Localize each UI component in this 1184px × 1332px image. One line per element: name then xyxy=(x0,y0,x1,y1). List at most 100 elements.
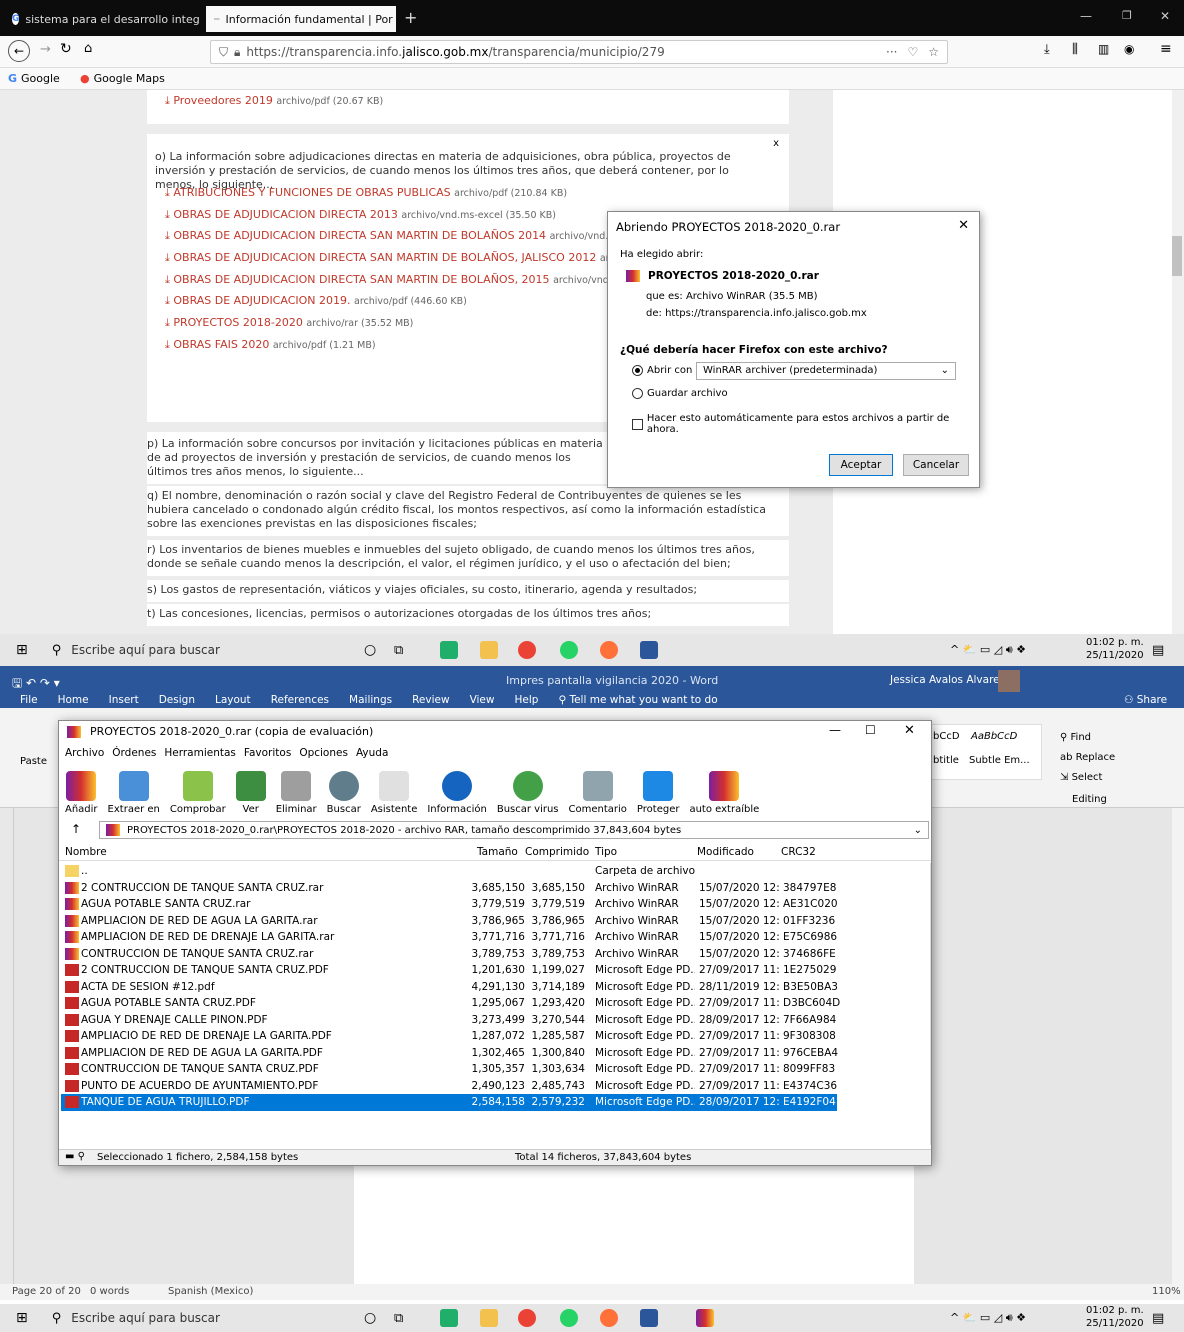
menu-favoritos[interactable]: Favoritos xyxy=(244,747,291,759)
col-name[interactable]: Nombre xyxy=(65,846,107,858)
style-1[interactable]: bCcD xyxy=(933,731,960,742)
tab-sistema[interactable]: G sistema para el desarrollo integ ✕ xyxy=(4,6,204,32)
close-section-icon[interactable]: x xyxy=(773,138,779,149)
cortana-icon[interactable]: ○ xyxy=(364,1310,376,1326)
tab-mailings[interactable]: Mailings xyxy=(349,694,392,706)
word-icon[interactable] xyxy=(640,1309,658,1327)
find-button[interactable]: Buscar xyxy=(327,771,361,815)
pocket-icon[interactable]: ♡ xyxy=(907,45,918,59)
path-bar[interactable]: PROYECTOS 2018-2020_0.rar\PROYECTOS 2018… xyxy=(99,821,929,839)
library-icon[interactable]: ⫼ xyxy=(1072,42,1078,57)
add-button[interactable]: Añadir xyxy=(65,771,98,815)
delete-button[interactable]: Eliminar xyxy=(276,771,317,815)
menu-opciones[interactable]: Opciones xyxy=(299,747,348,759)
taskbar-search[interactable]: Escribe aquí para buscar xyxy=(71,1311,220,1325)
test-button[interactable]: Comprobar xyxy=(170,771,226,815)
star-icon[interactable]: ☆ xyxy=(928,45,939,59)
tab-help[interactable]: Help xyxy=(514,694,538,706)
page-scrollbar[interactable] xyxy=(1172,90,1184,634)
task-view-icon[interactable]: ⧉ xyxy=(394,643,403,658)
whatsapp-icon[interactable] xyxy=(560,1309,578,1327)
windows-start-icon[interactable]: ⊞ xyxy=(16,1310,28,1326)
reload-icon[interactable]: ↻ xyxy=(60,41,72,57)
winrar-taskbar-icon[interactable] xyxy=(696,1309,714,1327)
home-icon[interactable]: ⌂ xyxy=(84,41,92,56)
app-select[interactable]: WinRAR archiver (predeterminada) ⌄ xyxy=(696,362,956,380)
restore-icon[interactable]: ❐ xyxy=(1122,9,1132,22)
proveedores-link[interactable]: ⤓ Proveedores 2019 archivo/pdf (20.67 KB… xyxy=(165,94,383,108)
zoom-level[interactable]: 110% xyxy=(1152,1286,1181,1297)
col-type[interactable]: Tipo xyxy=(595,846,617,858)
app-green-icon[interactable] xyxy=(440,641,458,659)
file-explorer-icon[interactable] xyxy=(480,1309,498,1327)
tab-layout[interactable]: Layout xyxy=(215,694,251,706)
file-explorer-icon[interactable] xyxy=(480,641,498,659)
wizard-button[interactable]: Asistente xyxy=(371,771,417,815)
minimize-icon[interactable]: — xyxy=(1080,9,1092,23)
col-packed[interactable]: Comprimido xyxy=(525,846,589,858)
bookmark-google[interactable]: G Google xyxy=(8,72,60,85)
word-icon[interactable] xyxy=(640,641,658,659)
save-file-radio[interactable]: Guardar archivo xyxy=(632,388,728,399)
tab-view[interactable]: View xyxy=(470,694,495,706)
style-3[interactable]: btitle xyxy=(933,755,959,766)
file-row[interactable]: CONTRUCCIÓN DE TANQUE SANTA CRUZ.PDF 1,30… xyxy=(61,1061,837,1078)
cancel-button[interactable]: Cancelar xyxy=(903,454,969,476)
tray-icons[interactable]: ^ ⛅ ▭ ◿ 🔊︎ ❖ xyxy=(950,1311,1026,1325)
view-button[interactable]: Ver xyxy=(235,771,266,815)
taskbar-search[interactable]: Escribe aquí para buscar xyxy=(71,643,220,657)
tab-insert[interactable]: Insert xyxy=(109,694,139,706)
close-dialog-icon[interactable]: ✕ xyxy=(958,218,969,233)
auto-checkbox[interactable]: Hacer esto automáticamente para estos ar… xyxy=(632,413,979,435)
file-row[interactable]: AMPLIACIÓN DE RED DE AGUA LA GARITA.PDF 1… xyxy=(61,1045,838,1062)
close-window-icon[interactable]: ✕ xyxy=(1160,9,1170,23)
more-icon[interactable]: ··· xyxy=(886,45,897,59)
tray-icons[interactable]: ^ ⛅ ▭ ◿ 🔊︎ ❖ xyxy=(950,643,1026,657)
file-row[interactable]: PUNTO DE ACUERDO DE AYUNTAMIENTO.PDF 2,49… xyxy=(61,1078,837,1095)
col-crc[interactable]: CRC32 xyxy=(781,846,816,858)
info-button[interactable]: Información xyxy=(427,771,487,815)
accept-button[interactable]: Aceptar xyxy=(829,454,893,476)
download-icon[interactable]: ⤓ xyxy=(1044,42,1050,57)
col-modified[interactable]: Modificado xyxy=(697,846,754,858)
menu-icon[interactable]: ≡ xyxy=(1160,41,1172,57)
url-bar[interactable]: ⛉ 🔒︎ https://transparencia.info. jalisco.… xyxy=(210,40,948,64)
file-row[interactable]: AMPLIACIÓN DE RED DE DRENAJE LA GARITA.r… xyxy=(61,929,837,946)
file-row[interactable]: AGUA Y DRENAJE CALLE PIÑON.PDF 3,273,499 3… xyxy=(61,1012,837,1029)
file-row[interactable]: 2 CONTRUCCIÓN DE TANQUE SANTA CRUZ.PDF 1,… xyxy=(61,962,837,979)
clock[interactable]: 01:02 p. m. 25/11/2020 xyxy=(1086,1304,1144,1330)
avatar[interactable] xyxy=(998,670,1020,692)
style-2[interactable]: AaBbCcD xyxy=(971,731,1017,742)
menu-archivo[interactable]: Archivo xyxy=(65,747,104,759)
extract-button[interactable]: Extraer en xyxy=(108,771,160,815)
style-4[interactable]: Subtle Em... xyxy=(969,755,1030,766)
tell-me[interactable]: ⚲ Tell me what you want to do xyxy=(558,694,717,706)
back-icon[interactable]: ← xyxy=(8,40,30,62)
sfx-button[interactable]: auto extraíble xyxy=(689,771,759,815)
new-tab-icon[interactable]: + xyxy=(404,8,417,27)
close-window-icon[interactable]: ✕ xyxy=(904,723,915,738)
clock[interactable]: 01:02 p. m. 25/11/2020 xyxy=(1086,636,1144,662)
menu-ayuda[interactable]: Ayuda xyxy=(356,747,388,759)
language[interactable]: Spanish (Mexico) xyxy=(168,1286,253,1297)
menu-ordenes[interactable]: Órdenes xyxy=(112,747,156,759)
open-with-radio[interactable]: Abrir con xyxy=(632,365,692,376)
tab-design[interactable]: Design xyxy=(159,694,195,706)
chrome-icon[interactable] xyxy=(518,641,536,659)
tab-informacion[interactable]: ⎯ Información fundamental | Por ✕ xyxy=(206,6,396,32)
tab-review[interactable]: Review xyxy=(412,694,449,706)
paste-button[interactable]: Paste xyxy=(20,756,47,767)
notifications-icon[interactable]: ▤ xyxy=(1152,643,1164,658)
file-row[interactable]: AMPLIACIÓN DE RED DE AGUA LA GARITA.rar 3… xyxy=(61,913,837,930)
whatsapp-icon[interactable] xyxy=(560,641,578,659)
file-row[interactable]: CONTRUCCIÓN DE TANQUE SANTA CRUZ.rar 3,78… xyxy=(61,946,837,963)
file-row[interactable]: AMPLIACIÓ DE RED DE DRENAJE LA GARITA.PD… xyxy=(61,1028,837,1045)
app-green-icon[interactable] xyxy=(440,1309,458,1327)
file-row[interactable]: 2 CONTRUCCIÓN DE TANQUE SANTA CRUZ.rar 3,… xyxy=(61,880,837,897)
comment-button[interactable]: Comentario xyxy=(569,771,627,815)
share-button[interactable]: ⚇ Share xyxy=(1124,694,1167,706)
menu-herramientas[interactable]: Herramientas xyxy=(164,747,236,759)
file-link[interactable]: ⤓ ATRIBUCIONES Y FUNCIONES DE OBRAS PUBL… xyxy=(165,186,785,208)
firefox-icon[interactable] xyxy=(600,641,618,659)
file-row[interactable]: ACTA DE SESION #12.pdf 4,291,130 3,714,189… xyxy=(61,979,838,996)
